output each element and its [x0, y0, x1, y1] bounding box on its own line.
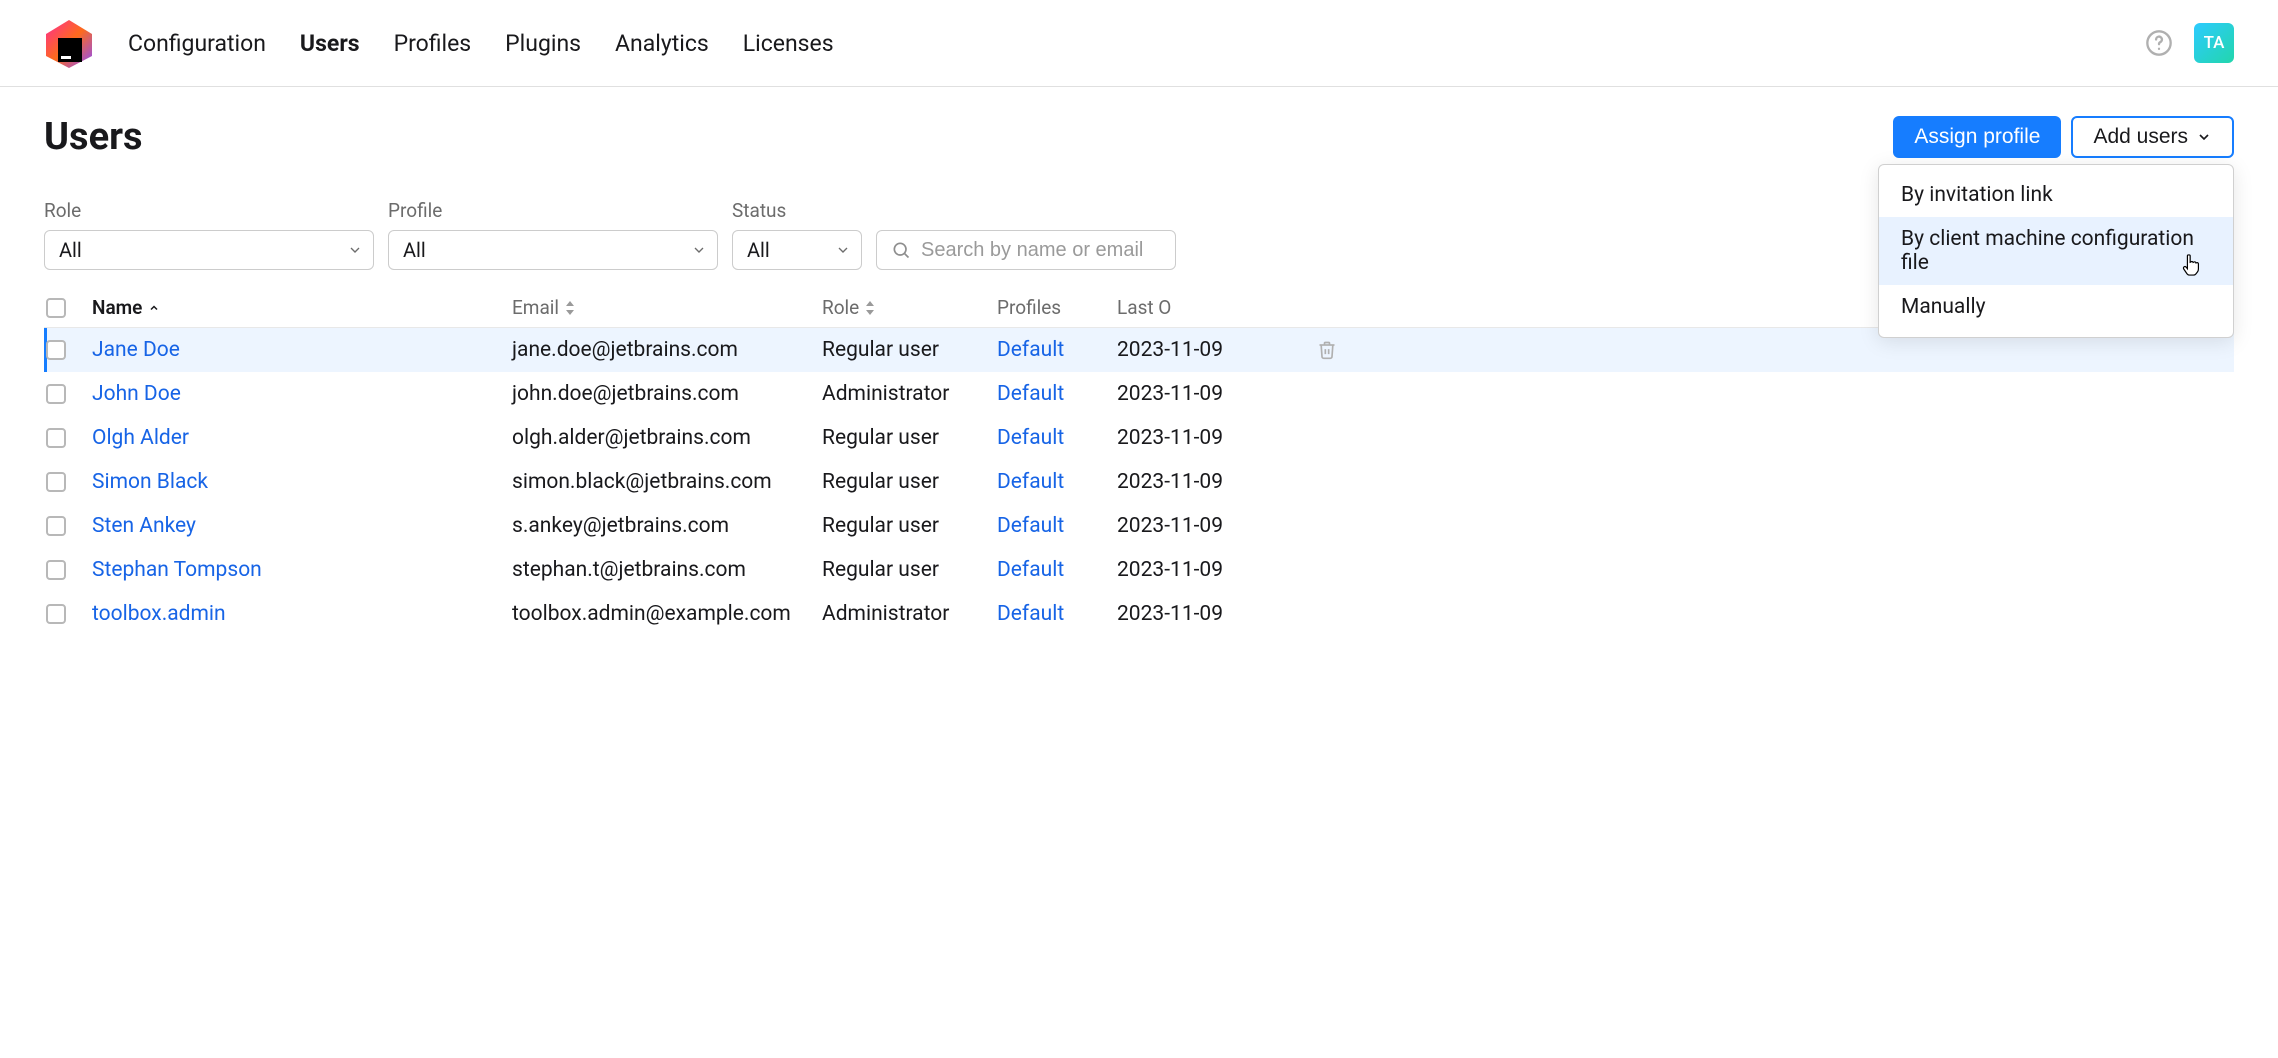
search-input[interactable] — [921, 239, 1161, 262]
user-role: Regular user — [822, 470, 939, 494]
row-checkbox[interactable] — [46, 384, 66, 404]
user-last: 2023-11-09 — [1117, 470, 1223, 494]
user-role: Regular user — [822, 514, 939, 538]
user-email: john.doe@jetbrains.com — [512, 382, 739, 406]
page-title: Users — [44, 115, 143, 159]
user-last: 2023-11-09 — [1117, 338, 1223, 362]
user-last: 2023-11-09 — [1117, 514, 1223, 538]
user-last: 2023-11-09 — [1117, 602, 1223, 626]
chevron-down-icon — [2196, 129, 2212, 145]
table-row[interactable]: toolbox.admin toolbox.admin@example.com … — [44, 592, 2234, 636]
user-avatar[interactable]: TA — [2194, 23, 2234, 63]
dropdown-item-config-file[interactable]: By client machine configuration file — [1879, 217, 2233, 285]
nav-licenses[interactable]: Licenses — [743, 30, 834, 57]
user-email: jane.doe@jetbrains.com — [512, 338, 738, 362]
user-name-link[interactable]: Simon Black — [92, 470, 208, 494]
trash-icon[interactable] — [1317, 339, 1377, 361]
chevron-down-icon — [347, 242, 363, 258]
users-table: Name Email Role Profiles Last O — [44, 288, 2234, 636]
user-last: 2023-11-09 — [1117, 382, 1223, 406]
user-last: 2023-11-09 — [1117, 426, 1223, 450]
user-email: stephan.t@jetbrains.com — [512, 558, 746, 582]
user-profile-link[interactable]: Default — [997, 470, 1064, 494]
role-filter-select[interactable]: All — [44, 230, 374, 270]
row-checkbox[interactable] — [46, 472, 66, 492]
profile-filter-select[interactable]: All — [388, 230, 718, 270]
status-filter-select[interactable]: All — [732, 230, 862, 270]
user-role: Administrator — [822, 382, 949, 406]
row-checkbox[interactable] — [46, 340, 66, 360]
add-users-button[interactable]: Add users — [2071, 116, 2234, 158]
table-row[interactable]: Sten Ankey s.ankey@jetbrains.com Regular… — [44, 504, 2234, 548]
user-profile-link[interactable]: Default — [997, 382, 1064, 406]
search-icon — [891, 240, 911, 260]
role-filter-value: All — [59, 238, 82, 262]
col-role-label: Role — [822, 296, 859, 319]
col-profiles-label: Profiles — [997, 296, 1061, 319]
col-name-label: Name — [92, 296, 142, 319]
dropdown-item-invitation[interactable]: By invitation link — [1879, 173, 2233, 217]
user-name-link[interactable]: Olgh Alder — [92, 426, 189, 450]
row-checkbox[interactable] — [46, 560, 66, 580]
user-role: Regular user — [822, 426, 939, 450]
table-row[interactable]: Simon Black simon.black@jetbrains.com Re… — [44, 460, 2234, 504]
nav-plugins[interactable]: Plugins — [505, 30, 581, 57]
user-role: Regular user — [822, 338, 939, 362]
user-role: Administrator — [822, 602, 949, 626]
profile-filter-label: Profile — [388, 199, 718, 222]
col-last-label: Last O — [1117, 296, 1171, 319]
assign-profile-button[interactable]: Assign profile — [1893, 116, 2061, 158]
user-profile-link[interactable]: Default — [997, 602, 1064, 626]
row-checkbox[interactable] — [46, 604, 66, 624]
user-profile-link[interactable]: Default — [997, 426, 1064, 450]
user-email: simon.black@jetbrains.com — [512, 470, 772, 494]
add-users-label: Add users — [2093, 125, 2188, 149]
role-filter-label: Role — [44, 199, 374, 222]
app-logo[interactable] — [44, 18, 94, 68]
col-name[interactable]: Name — [92, 296, 512, 319]
select-all-checkbox[interactable] — [46, 298, 66, 318]
user-last: 2023-11-09 — [1117, 558, 1223, 582]
nav-users[interactable]: Users — [300, 30, 360, 57]
search-input-wrapper[interactable] — [876, 230, 1176, 270]
nav-profiles[interactable]: Profiles — [394, 30, 472, 57]
profile-filter-value: All — [403, 238, 426, 262]
chevron-down-icon — [691, 242, 707, 258]
table-row[interactable]: Stephan Tompson stephan.t@jetbrains.com … — [44, 548, 2234, 592]
status-filter-label: Status — [732, 199, 862, 222]
user-role: Regular user — [822, 558, 939, 582]
sort-asc-icon — [148, 302, 160, 314]
table-row[interactable]: Olgh Alder olgh.alder@jetbrains.com Regu… — [44, 416, 2234, 460]
table-row[interactable]: John Doe john.doe@jetbrains.com Administ… — [44, 372, 2234, 416]
row-checkbox[interactable] — [46, 428, 66, 448]
user-profile-link[interactable]: Default — [997, 558, 1064, 582]
col-email-label: Email — [512, 296, 559, 319]
user-email: s.ankey@jetbrains.com — [512, 514, 729, 538]
col-email[interactable]: Email — [512, 296, 822, 319]
sort-icon — [565, 301, 575, 315]
top-header: Configuration Users Profiles Plugins Ana… — [0, 0, 2278, 87]
sort-icon — [865, 301, 875, 315]
user-name-link[interactable]: toolbox.admin — [92, 602, 226, 626]
user-name-link[interactable]: Jane Doe — [92, 338, 180, 362]
help-icon[interactable] — [2144, 28, 2174, 58]
dropdown-item-manually[interactable]: Manually — [1879, 285, 2233, 329]
user-name-link[interactable]: Stephan Tompson — [92, 558, 262, 582]
status-filter-value: All — [747, 238, 770, 262]
user-name-link[interactable]: John Doe — [92, 382, 181, 406]
user-name-link[interactable]: Sten Ankey — [92, 514, 196, 538]
col-profiles[interactable]: Profiles — [997, 296, 1117, 319]
row-checkbox[interactable] — [46, 516, 66, 536]
user-profile-link[interactable]: Default — [997, 514, 1064, 538]
add-users-dropdown: By invitation link By client machine con… — [1878, 164, 2234, 338]
nav-analytics[interactable]: Analytics — [615, 30, 709, 57]
primary-nav: Configuration Users Profiles Plugins Ana… — [128, 30, 834, 57]
col-role[interactable]: Role — [822, 296, 997, 319]
chevron-down-icon — [835, 242, 851, 258]
user-profile-link[interactable]: Default — [997, 338, 1064, 362]
col-last[interactable]: Last O — [1117, 296, 1317, 319]
user-email: olgh.alder@jetbrains.com — [512, 426, 751, 450]
user-email: toolbox.admin@example.com — [512, 602, 791, 626]
nav-configuration[interactable]: Configuration — [128, 30, 266, 57]
